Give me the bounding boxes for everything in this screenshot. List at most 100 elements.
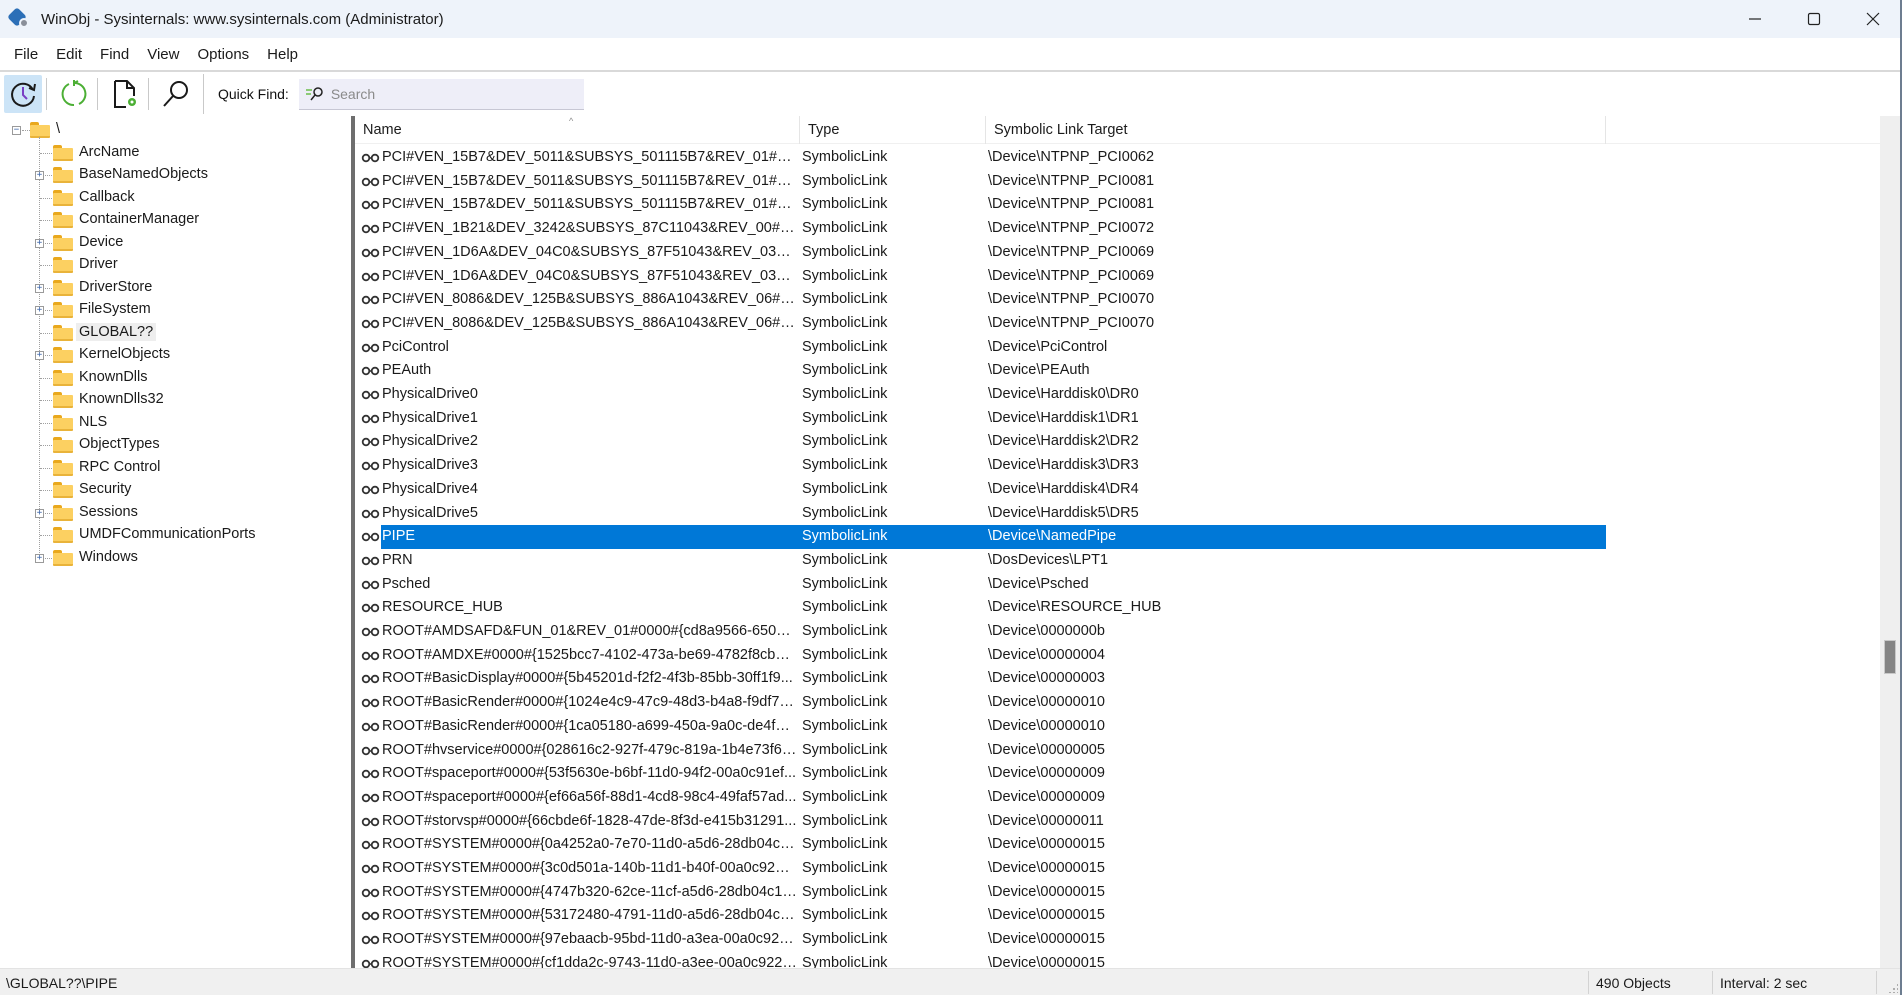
cell-type: SymbolicLink xyxy=(802,623,888,639)
tree-item-callback[interactable]: Callback xyxy=(0,187,350,210)
tree-item-basenamedobjects[interactable]: + BaseNamedObjects xyxy=(0,164,350,187)
list-row[interactable]: PCI#VEN_15B7&DEV_5011&SUBSYS_501115B7&RE… xyxy=(355,170,1880,194)
list-row[interactable]: ROOT#spaceport#0000#{ef66a56f-88d1-4cd8-… xyxy=(355,786,1880,810)
expand-icon[interactable]: + xyxy=(35,306,44,315)
column-header-type[interactable]: Type xyxy=(800,116,986,144)
quick-find-input[interactable] xyxy=(330,85,571,102)
list-row[interactable]: ROOT#AMDXE#0000#{1525bcc7-4102-473a-be69… xyxy=(355,644,1880,668)
expand-icon[interactable]: + xyxy=(35,508,44,518)
clock-refresh-icon xyxy=(11,82,36,107)
list-row[interactable]: PhysicalDrive2 SymbolicLink \Device\Hard… xyxy=(355,430,1880,454)
tree-item-filesystem[interactable]: + FileSystem xyxy=(0,299,350,322)
column-header-target[interactable]: Symbolic Link Target xyxy=(986,116,1606,144)
tree-item-driverstore[interactable]: + DriverStore xyxy=(0,277,350,300)
tree-item-security[interactable]: Security xyxy=(0,479,350,502)
menu-view[interactable]: View xyxy=(138,46,188,63)
list-vertical-scrollbar[interactable] xyxy=(1880,116,1900,968)
auto-refresh-button[interactable] xyxy=(4,75,42,113)
list-row[interactable]: ROOT#SYSTEM#0000#{0a4252a0-7e70-11d0-a5d… xyxy=(355,833,1880,857)
menu-help[interactable]: Help xyxy=(258,46,307,63)
cell-target: \Device\00000009 xyxy=(988,765,1105,782)
scrollbar-thumb[interactable] xyxy=(1884,639,1896,674)
list-row[interactable]: PIPE SymbolicLink \Device\NamedPipe xyxy=(355,525,1880,549)
list-row[interactable]: PEAuth SymbolicLink \Device\PEAuth xyxy=(355,359,1880,383)
resize-grip[interactable] xyxy=(1888,983,1898,993)
list-row[interactable]: Psched SymbolicLink \Device\Psched xyxy=(355,573,1880,597)
cell-name: PRN xyxy=(382,551,413,568)
list-row[interactable]: PCI#VEN_1D6A&DEV_04C0&SUBSYS_87F51043&RE… xyxy=(355,265,1880,289)
expand-icon[interactable]: + xyxy=(35,238,44,248)
magnifier-icon xyxy=(163,81,188,107)
list-row[interactable]: PciControl SymbolicLink \Device\PciContr… xyxy=(355,336,1880,360)
cell-type: SymbolicLink xyxy=(802,575,888,592)
find-button[interactable] xyxy=(157,75,195,113)
list-row[interactable]: ROOT#spaceport#0000#{53f5630e-b6bf-11d0-… xyxy=(355,762,1880,786)
list-row[interactable]: PCI#VEN_15B7&DEV_5011&SUBSYS_501115B7&RE… xyxy=(355,146,1880,170)
refresh-button[interactable] xyxy=(55,75,93,113)
list-row[interactable]: ROOT#SYSTEM#0000#{97ebaacb-95bd-11d0-a3e… xyxy=(355,928,1880,952)
list-row[interactable]: ROOT#hvservice#0000#{028616c2-927f-479c-… xyxy=(355,739,1880,763)
quick-find-box[interactable] xyxy=(298,78,584,110)
column-header-name[interactable]: Name xyxy=(355,116,800,144)
folder-icon xyxy=(53,189,73,206)
tree-item-knowndlls[interactable]: KnownDlls xyxy=(0,367,350,390)
list-row[interactable]: PRN SymbolicLink \DosDevices\LPT1 xyxy=(355,549,1880,573)
menu-file[interactable]: File xyxy=(5,46,47,63)
tree-item-root[interactable]: − \ xyxy=(0,119,350,142)
tree-item-knowndlls32[interactable]: KnownDlls32 xyxy=(0,389,350,412)
cell-name: ROOT#AMDXE#0000#{1525bcc7-4102-473a-be69… xyxy=(382,646,797,663)
cell-type: SymbolicLink xyxy=(802,931,888,948)
list-row[interactable]: PhysicalDrive0 SymbolicLink \Device\Hard… xyxy=(355,383,1880,407)
list-row[interactable]: ROOT#SYSTEM#0000#{3c0d501a-140b-11d1-b40… xyxy=(355,857,1880,881)
menu-edit[interactable]: Edit xyxy=(47,46,91,63)
properties-button[interactable] xyxy=(106,75,144,113)
list-row[interactable]: RESOURCE_HUB SymbolicLink \Device\RESOUR… xyxy=(355,596,1880,620)
list-row[interactable]: ROOT#BasicRender#0000#{1ca05180-a699-450… xyxy=(355,715,1880,739)
cell-target: \Device\00000015 xyxy=(988,954,1105,968)
tree-item-objecttypes[interactable]: ObjectTypes xyxy=(0,434,350,457)
list-row[interactable]: ROOT#SYSTEM#0000#{4747b320-62ce-11cf-a5d… xyxy=(355,881,1880,905)
tree-item-global[interactable]: GLOBAL?? xyxy=(0,322,350,345)
list-row[interactable]: ROOT#AMDSAFD&FUN_01&REV_01#0000#{cd8a956… xyxy=(355,620,1880,644)
list-row[interactable]: PhysicalDrive5 SymbolicLink \Device\Hard… xyxy=(355,502,1880,526)
tree-item-sessions[interactable]: + Sessions xyxy=(0,502,350,525)
list-row[interactable]: ROOT#SYSTEM#0000#{cf1dda2c-9743-11d0-a3e… xyxy=(355,952,1880,968)
folder-icon xyxy=(53,527,73,543)
tree-item-containermanager[interactable]: ContainerManager xyxy=(0,209,350,232)
tree-item-label: UMDFCommunicationPorts xyxy=(79,526,256,542)
list-row[interactable]: ROOT#SYSTEM#0000#{53172480-4791-11d0-a5d… xyxy=(355,904,1880,928)
list-row[interactable]: ROOT#BasicDisplay#0000#{5b45201d-f2f2-4f… xyxy=(355,667,1880,691)
list-row[interactable]: PhysicalDrive4 SymbolicLink \Device\Hard… xyxy=(355,478,1880,502)
list-row[interactable]: ROOT#BasicRender#0000#{1024e4c9-47c9-48d… xyxy=(355,691,1880,715)
list-row[interactable]: PCI#VEN_1B21&DEV_3242&SUBSYS_87C11043&RE… xyxy=(355,217,1880,241)
maximize-button[interactable] xyxy=(1784,0,1843,38)
expand-icon[interactable]: + xyxy=(35,171,44,180)
cell-type: SymbolicLink xyxy=(802,243,888,260)
expand-icon[interactable]: + xyxy=(35,283,44,293)
close-button[interactable] xyxy=(1843,0,1902,38)
tree-item-rpc-control[interactable]: RPC Control xyxy=(0,457,350,480)
tree-item-umdfcommunicationports[interactable]: UMDFCommunicationPorts xyxy=(0,524,350,547)
menu-find[interactable]: Find xyxy=(91,46,138,63)
expand-icon[interactable]: + xyxy=(35,553,44,563)
list-row[interactable]: PCI#VEN_15B7&DEV_5011&SUBSYS_501115B7&RE… xyxy=(355,193,1880,217)
tree-item-arcname[interactable]: ArcName xyxy=(0,142,350,165)
list-row[interactable]: ROOT#storvsp#0000#{66cbde6f-1828-47de-8f… xyxy=(355,810,1880,834)
list-row[interactable]: PCI#VEN_8086&DEV_125B&SUBSYS_886A1043&RE… xyxy=(355,288,1880,312)
tree-item-nls[interactable]: NLS xyxy=(0,412,350,435)
list-row[interactable]: PhysicalDrive3 SymbolicLink \Device\Hard… xyxy=(355,454,1880,478)
cell-type: SymbolicLink xyxy=(802,314,888,331)
tree-item-kernelobjects[interactable]: + KernelObjects xyxy=(0,344,350,367)
tree-item-windows[interactable]: + Windows xyxy=(0,547,350,570)
object-list[interactable]: Name ^ Type Symbolic Link Target PCI#VEN… xyxy=(355,116,1880,968)
list-row[interactable]: PCI#VEN_8086&DEV_125B&SUBSYS_886A1043&RE… xyxy=(355,312,1880,336)
tree-item-device[interactable]: + Device xyxy=(0,232,350,255)
list-row[interactable]: PCI#VEN_1D6A&DEV_04C0&SUBSYS_87F51043&RE… xyxy=(355,241,1880,265)
object-tree[interactable]: − \ ArcName + BaseNamedObjects Callback Conta… xyxy=(0,116,350,968)
collapse-icon[interactable]: − xyxy=(12,126,21,135)
expand-icon[interactable]: + xyxy=(35,351,44,360)
minimize-button[interactable] xyxy=(1725,0,1784,38)
menu-options[interactable]: Options xyxy=(188,46,258,63)
tree-item-driver[interactable]: Driver xyxy=(0,254,350,277)
list-row[interactable]: PhysicalDrive1 SymbolicLink \Device\Hard… xyxy=(355,407,1880,431)
